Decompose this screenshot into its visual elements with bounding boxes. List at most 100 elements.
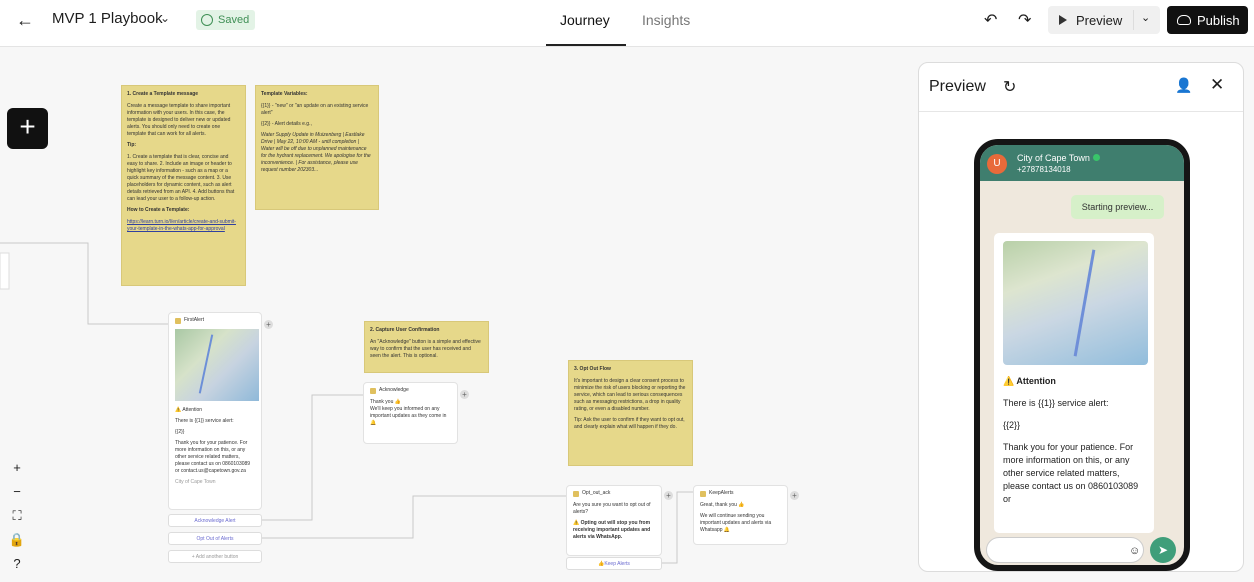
- node-title: Opt_out_ack: [582, 490, 611, 496]
- emoji-icon[interactable]: ☺: [1129, 545, 1140, 557]
- note-tips: 1. Create a template that is clear, conc…: [127, 154, 235, 202]
- tab-journey[interactable]: Journey: [560, 12, 610, 28]
- note-howto-link[interactable]: https://learn.turn.io/l/en/article/creat…: [127, 219, 240, 233]
- node-line3: Thank you for your patience. For more in…: [175, 440, 251, 474]
- saved-label: Saved: [218, 14, 250, 26]
- note-tip-heading: Tip:: [127, 142, 137, 148]
- user-icon[interactable]: 👤: [1175, 77, 1192, 94]
- note-opt-out[interactable]: 3. Opt Out Flow It's important to design…: [568, 360, 693, 466]
- node-acknowledge[interactable]: Acknowledge Thank you 👍 We'll keep you i…: [363, 382, 458, 444]
- node-keep-alerts[interactable]: KeepAlerts Great, thank you 👍 We will co…: [693, 485, 788, 545]
- node-footer: City of Cape Town: [175, 479, 216, 485]
- note-body: Create a message template to share impor…: [127, 103, 231, 137]
- close-icon[interactable]: ✕: [1210, 75, 1224, 95]
- add-another-button[interactable]: + Add another button: [168, 550, 262, 563]
- tab-insights[interactable]: Insights: [642, 12, 690, 28]
- saved-badge: Saved: [196, 10, 256, 30]
- node-line2: We'll keep you informed on any important…: [370, 406, 447, 426]
- node-attention: ⚠️ Attention: [175, 407, 203, 413]
- note-heading: Template Variables:: [261, 91, 308, 97]
- send-icon[interactable]: ➤: [1150, 537, 1176, 563]
- attention-heading: ⚠️ Attention: [1003, 376, 1056, 386]
- add-connection-icon[interactable]: +: [664, 491, 673, 500]
- contact-phone: +27878134018: [1017, 165, 1071, 174]
- node-line2: We will continue sending you important u…: [700, 513, 772, 533]
- play-icon: [1059, 15, 1067, 25]
- message-input[interactable]: ☺: [986, 537, 1144, 563]
- preview-button-label: Preview: [1076, 12, 1123, 28]
- chevron-down-icon[interactable]: ⌄: [160, 11, 170, 25]
- avatar: U: [987, 154, 1007, 174]
- message-icon: [370, 387, 376, 394]
- message-line1: There is {{1}} service alert:: [1003, 398, 1109, 408]
- node-line1: Are you sure you want to opt out of aler…: [573, 502, 651, 515]
- node-line1: There is {{1}} service alert:: [175, 418, 234, 424]
- add-node-button[interactable]: +: [7, 108, 48, 149]
- node-opt-out-ack[interactable]: Opt_out_ack Are you sure you want to opt…: [566, 485, 662, 556]
- variable-1: {{1}} - "new" or "an update on an existi…: [261, 103, 369, 116]
- message-icon: [573, 490, 579, 497]
- button-acknowledge-alert[interactable]: Acknowledge Alert: [168, 514, 262, 527]
- note-tip: Tip: Ask the user to confirm if they wan…: [574, 417, 685, 430]
- preview-button[interactable]: Preview ⌄: [1048, 6, 1160, 34]
- button-keep-alerts[interactable]: 👍Keep Alerts: [566, 557, 662, 570]
- cloud-upload-icon: [1177, 15, 1191, 25]
- panel-title: Preview: [929, 78, 986, 95]
- zoom-in-icon[interactable]: +: [13, 459, 21, 477]
- arrow-left-icon[interactable]: ←: [14, 9, 36, 31]
- contact-name: City of Cape Town: [1017, 153, 1100, 163]
- zoom-controls: + − ⛶ 🔒 ?: [6, 459, 28, 573]
- chevron-down-icon[interactable]: ⌄: [1141, 11, 1150, 24]
- note-heading: 2. Capture User Confirmation: [370, 327, 440, 333]
- zoom-out-icon[interactable]: −: [13, 483, 21, 501]
- publish-button-label: Publish: [1197, 12, 1240, 28]
- note-body: It's important to design a clear consent…: [574, 378, 686, 412]
- divider: [919, 111, 1243, 112]
- chat-header: U City of Cape Town +27878134018: [980, 145, 1184, 181]
- phone-mockup: U City of Cape Town +27878134018 Startin…: [974, 139, 1190, 571]
- node-line2: {{2}}: [175, 429, 185, 435]
- note-howto-heading: How to Create a Template:: [127, 207, 190, 213]
- node-line2: ⚠️ Opting out will stop you from receivi…: [573, 520, 651, 540]
- note-heading: 1. Create a Template message: [127, 91, 199, 97]
- message-line3: Thank you for your patience. For more in…: [1003, 442, 1139, 504]
- lock-icon[interactable]: 🔒: [9, 531, 25, 549]
- node-line1: Thank you 👍: [370, 399, 401, 405]
- note-template[interactable]: 1. Create a Template message Create a me…: [121, 85, 246, 286]
- map-image: [175, 329, 259, 401]
- undo-icon[interactable]: ↶: [984, 10, 997, 30]
- refresh-icon[interactable]: ↻: [1003, 77, 1016, 97]
- button-opt-out[interactable]: Opt Out of Alerts: [168, 532, 262, 545]
- note-variables[interactable]: Template Variables: {{1}} - "new" or "an…: [255, 85, 379, 210]
- node-first-alert[interactable]: FirstAlert ⚠️ Attention There is {{1}} s…: [168, 312, 262, 510]
- add-connection-icon[interactable]: +: [790, 491, 799, 500]
- add-connection-icon[interactable]: +: [460, 390, 469, 399]
- verified-icon: [1092, 154, 1100, 161]
- redo-icon[interactable]: ↷: [1018, 10, 1031, 30]
- message-icon: [700, 490, 706, 497]
- add-connection-icon[interactable]: +: [264, 320, 273, 329]
- plus-icon: +: [19, 111, 36, 142]
- note-heading: 3. Opt Out Flow: [574, 366, 611, 372]
- top-bar: ← MVP 1 Playbook ⌄ Saved Journey Insight…: [0, 0, 1254, 47]
- playbook-title[interactable]: MVP 1 Playbook: [52, 10, 163, 27]
- variable-example: Water Supply Update in Muizenberg | East…: [261, 132, 371, 173]
- help-icon[interactable]: ?: [13, 555, 20, 573]
- node-title: KeepAlerts: [709, 490, 734, 496]
- node-title: FirstAlert: [184, 317, 204, 323]
- incoming-bubble: ⚠️ Attention There is {{1}} service aler…: [994, 233, 1154, 533]
- note-confirmation[interactable]: 2. Capture User Confirmation An "Acknowl…: [364, 321, 489, 373]
- outgoing-bubble: Starting preview...: [1071, 195, 1164, 219]
- divider: [1133, 10, 1134, 30]
- message-line2: {{2}}: [1003, 420, 1021, 430]
- node-title: Acknowledge: [379, 387, 409, 393]
- saved-icon: [201, 14, 213, 26]
- preview-panel: Preview ↻ 👤 ✕ U City of Cape Town +27878…: [918, 62, 1244, 572]
- template-icon: [175, 317, 181, 324]
- publish-button[interactable]: Publish: [1167, 6, 1248, 34]
- note-body: An "Acknowledge" button is a simple and …: [370, 339, 481, 359]
- fit-view-icon[interactable]: ⛶: [12, 507, 21, 525]
- map-image: [1003, 241, 1148, 365]
- variable-2: {{2}} - Alert details e.g.,: [261, 121, 312, 127]
- node-line1: Great, thank you 👍: [700, 502, 745, 508]
